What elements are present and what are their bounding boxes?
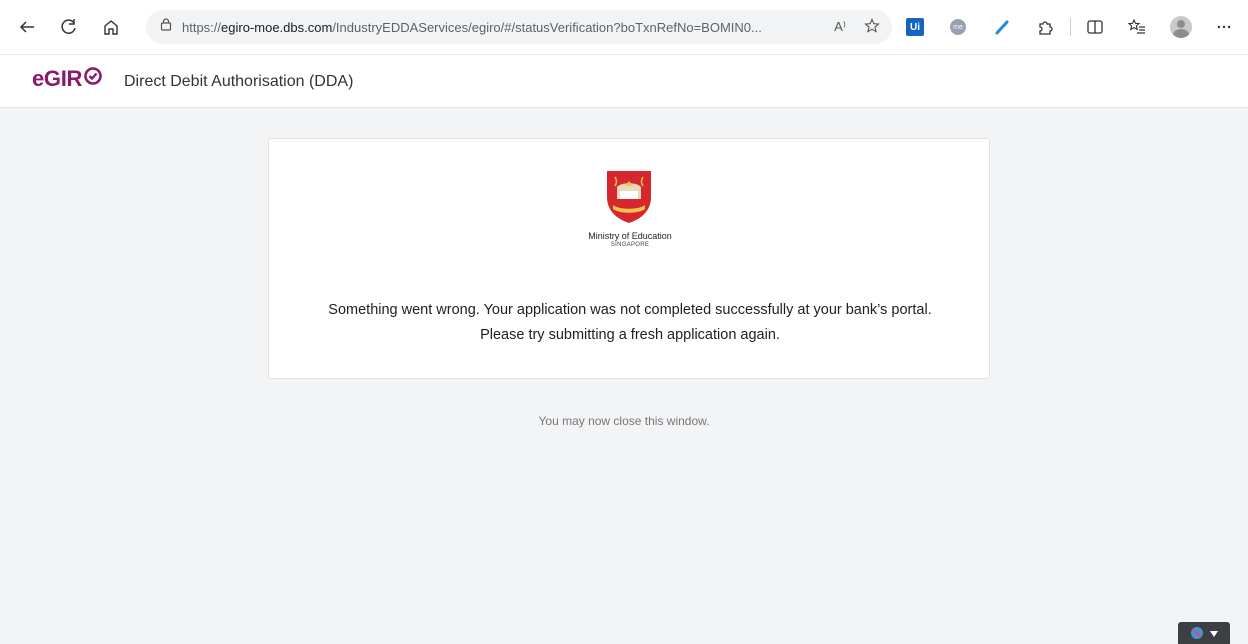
egiro-logo[interactable]: eGIR — [32, 66, 103, 92]
ui-extension-icon[interactable]: Ui — [906, 12, 924, 42]
language-selector[interactable] — [1178, 622, 1230, 644]
chevron-down-icon — [1210, 629, 1218, 640]
error-message-line2: Please try submitting a fresh applicatio… — [480, 327, 780, 343]
back-arrow-icon[interactable] — [12, 12, 42, 42]
split-screen-icon[interactable] — [1086, 12, 1104, 42]
me-extension-icon[interactable]: me — [950, 12, 966, 42]
favorites-list-icon[interactable] — [1128, 12, 1146, 42]
read-aloud-icon[interactable]: A⁾ — [834, 19, 846, 35]
profile-avatar-icon[interactable] — [1170, 12, 1192, 42]
close-window-note: You may now close this window. — [538, 414, 710, 428]
org-country: SINGAPORE — [610, 242, 650, 248]
pen-extension-icon[interactable] — [994, 12, 1010, 42]
toolbar-divider — [1070, 12, 1071, 42]
lock-icon[interactable] — [160, 18, 172, 36]
url-text[interactable]: https://egiro-moe.dbs.com/IndustryEDDASe… — [182, 20, 822, 35]
address-bar[interactable]: https://egiro-moe.dbs.com/IndustryEDDASe… — [146, 10, 892, 44]
browser-toolbar: https://egiro-moe.dbs.com/IndustryEDDASe… — [0, 0, 1248, 54]
globe-icon — [1190, 626, 1204, 643]
org-name: Ministry of Education — [588, 231, 672, 241]
refresh-icon[interactable] — [54, 12, 84, 42]
home-icon[interactable] — [96, 12, 126, 42]
egiro-check-icon — [83, 66, 103, 92]
status-card: Ministry of Education SINGAPORE Somethin… — [268, 138, 990, 379]
more-menu-icon[interactable] — [1216, 12, 1232, 42]
page-title: Direct Debit Authorisation (DDA) — [124, 73, 354, 90]
extensions-puzzle-icon[interactable] — [1036, 12, 1054, 42]
app-header: eGIR Direct Debit Authorisation (DDA) — [0, 54, 1248, 108]
error-message-line1: Something went wrong. Your application w… — [328, 302, 932, 318]
moe-crest-icon — [603, 169, 655, 225]
favorite-star-icon[interactable] — [864, 17, 880, 37]
